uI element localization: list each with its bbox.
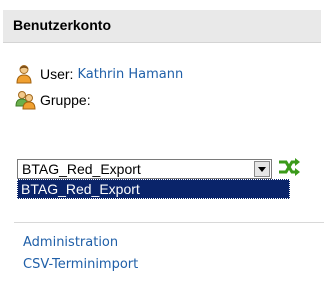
shuffle-icon[interactable]	[277, 156, 301, 178]
account-panel: Benutzerkonto User: Kathrin Hamann Grupp…	[0, 0, 328, 282]
group-label: Gruppe:	[40, 92, 91, 108]
chevron-down-icon[interactable]	[254, 161, 270, 177]
group-select[interactable]: BTAG_Red_Export	[17, 159, 272, 179]
group-row: Gruppe:	[15, 90, 91, 110]
user-label: User:	[40, 66, 74, 82]
panel-header: Benutzerkonto	[3, 10, 321, 43]
dropdown-option[interactable]: BTAG_Red_Export	[21, 181, 140, 197]
administration-link[interactable]: Administration	[23, 235, 118, 250]
user-row: User: Kathrin Hamann	[15, 64, 183, 84]
csv-import-link[interactable]: CSV-Terminimport	[23, 257, 138, 272]
group-select-value: BTAG_Red_Export	[22, 161, 141, 177]
group-icon	[15, 90, 37, 110]
user-icon	[15, 64, 37, 84]
group-select-dropdown[interactable]: BTAG_Red_Export	[17, 179, 290, 199]
user-name: Kathrin Hamann	[77, 66, 184, 82]
divider	[14, 222, 324, 223]
panel-title: Benutzerkonto	[13, 17, 111, 33]
